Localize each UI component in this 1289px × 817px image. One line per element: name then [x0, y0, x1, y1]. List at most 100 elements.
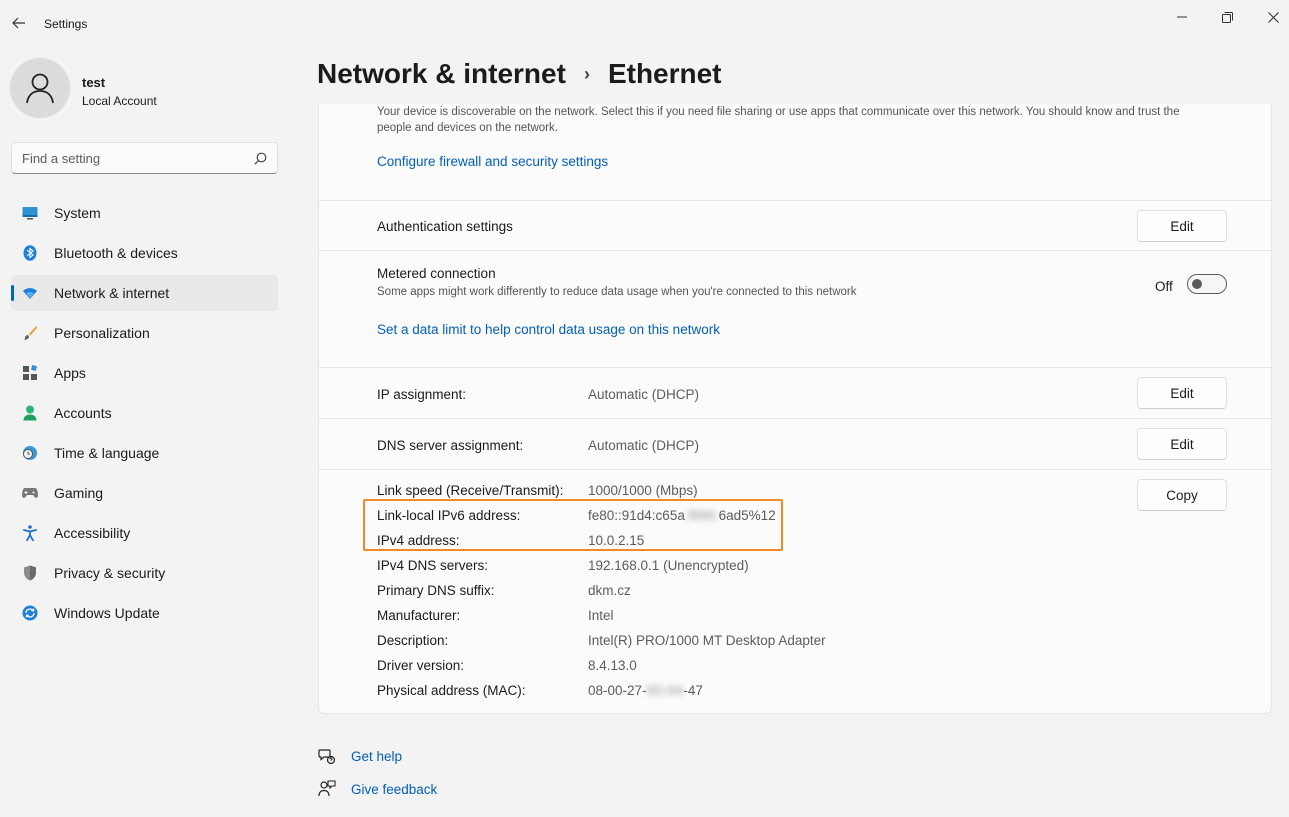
description-label: Description:	[377, 633, 449, 648]
driver-version-label: Driver version:	[377, 658, 465, 673]
close-icon	[1267, 11, 1279, 23]
sidebar-item-personalization[interactable]: Personalization	[11, 315, 278, 351]
gamepad-icon	[22, 485, 38, 501]
mac-address-value: 08-00-27-9D-84-47	[588, 683, 703, 698]
dns-suffix-label: Primary DNS suffix:	[377, 583, 495, 598]
close-button[interactable]	[1251, 4, 1289, 30]
sidebar-item-apps[interactable]: Apps	[11, 355, 278, 391]
page-title: Ethernet	[607, 58, 722, 89]
authentication-edit-button[interactable]: Edit	[1137, 210, 1227, 242]
apps-icon	[22, 365, 38, 381]
link-speed-value: 1000/1000 (Mbps)	[588, 483, 698, 498]
authentication-section: Authentication settings Edit	[319, 200, 1271, 250]
search-icon[interactable]	[254, 152, 267, 165]
ip-assignment-label: IP assignment:	[377, 387, 467, 402]
profile-account-type: Local Account	[82, 94, 157, 108]
minimize-icon	[1177, 16, 1187, 18]
adapter-properties-section: Copy Link speed (Receive/Transmit): 1000…	[319, 469, 1271, 713]
maximize-button[interactable]	[1205, 4, 1249, 30]
nav-menu: System Bluetooth & devices Network & int…	[11, 195, 278, 635]
get-help-label: Get help	[351, 748, 403, 764]
search-input[interactable]	[22, 150, 254, 166]
manufacturer-label: Manufacturer:	[377, 608, 461, 623]
dns-assignment-label: DNS server assignment:	[377, 438, 524, 453]
authentication-label: Authentication settings	[377, 219, 513, 234]
firewall-settings-link[interactable]: Configure firewall and security settings	[377, 154, 608, 169]
user-profile[interactable]: test Local Account	[10, 58, 280, 118]
sidebar: test Local Account System Bluetooth & de…	[0, 48, 292, 817]
minimize-button[interactable]	[1160, 4, 1204, 30]
app-title: Settings	[44, 17, 88, 31]
sidebar-item-label: Time & language	[54, 445, 160, 461]
dns-suffix-value: dkm.cz	[588, 583, 631, 598]
data-limit-link[interactable]: Set a data limit to help control data us…	[377, 322, 720, 337]
sidebar-item-bluetooth[interactable]: Bluetooth & devices	[11, 235, 278, 271]
network-profile-section: Your device is discoverable on the netwo…	[319, 104, 1271, 200]
get-help-link[interactable]: Get help	[318, 747, 402, 765]
bluetooth-icon	[22, 245, 38, 261]
back-button[interactable]	[8, 12, 30, 34]
manufacturer-value: Intel	[588, 608, 614, 623]
feedback-icon	[318, 780, 336, 798]
driver-version-value: 8.4.13.0	[588, 658, 637, 673]
sidebar-item-accounts[interactable]: Accounts	[11, 395, 278, 431]
sidebar-item-label: Gaming	[54, 485, 104, 501]
metered-connection-label: Metered connection	[377, 266, 496, 281]
ip-assignment-value: Automatic (DHCP)	[588, 387, 700, 402]
mac-address-label: Physical address (MAC):	[377, 683, 526, 698]
sidebar-item-label: Network & internet	[54, 285, 170, 301]
give-feedback-label: Give feedback	[351, 781, 438, 797]
sidebar-item-network[interactable]: Network & internet	[11, 275, 278, 311]
breadcrumb-parent[interactable]: Network & internet	[317, 58, 566, 90]
metered-connection-toggle[interactable]	[1187, 274, 1227, 294]
dns-assignment-value: Automatic (DHCP)	[588, 438, 700, 453]
sidebar-item-system[interactable]: System	[11, 195, 278, 231]
network-profile-description: Your device is discoverable on the netwo…	[377, 106, 1180, 134]
sidebar-item-label: Accessibility	[54, 525, 131, 541]
sidebar-item-label: Windows Update	[54, 605, 160, 621]
ipv4-value: 10.0.2.15	[588, 533, 645, 548]
ipv4-label: IPv4 address:	[377, 533, 460, 548]
ethernet-settings-card: Your device is discoverable on the netwo…	[318, 104, 1272, 714]
sidebar-item-accessibility[interactable]: Accessibility	[11, 515, 278, 551]
ipv6-label: Link-local IPv6 address:	[377, 508, 521, 523]
shield-icon	[22, 565, 38, 581]
monitor-icon	[22, 205, 38, 221]
ip-assignment-section: IP assignment: Automatic (DHCP) Edit	[319, 367, 1271, 418]
copy-properties-button[interactable]: Copy	[1137, 479, 1227, 511]
sidebar-item-windows-update[interactable]: Windows Update	[11, 595, 278, 631]
ipv6-value: fe80::91d4:c65a:f886:6ad5%12	[588, 508, 776, 523]
dns-assignment-section: DNS server assignment: Automatic (DHCP) …	[319, 418, 1271, 469]
ip-assignment-edit-button[interactable]: Edit	[1137, 377, 1227, 409]
sidebar-item-privacy-security[interactable]: Privacy & security	[11, 555, 278, 591]
restore-icon	[1221, 11, 1233, 23]
metered-connection-description: Some apps might work differently to redu…	[377, 286, 857, 298]
sidebar-item-label: Privacy & security	[54, 565, 166, 581]
profile-name: test	[82, 75, 106, 90]
description-value: Intel(R) PRO/1000 MT Desktop Adapter	[588, 633, 826, 648]
sidebar-item-gaming[interactable]: Gaming	[11, 475, 278, 511]
search-box[interactable]	[11, 142, 278, 174]
chevron-right-icon: ›	[583, 63, 590, 84]
update-icon	[22, 605, 38, 621]
metered-connection-section: Metered connection Some apps might work …	[319, 250, 1271, 367]
give-feedback-link[interactable]: Give feedback	[318, 780, 437, 798]
sidebar-item-time-language[interactable]: Time & language	[11, 435, 278, 471]
wifi-icon	[22, 285, 38, 301]
dns-assignment-edit-button[interactable]: Edit	[1137, 428, 1227, 460]
sidebar-item-label: Apps	[54, 365, 86, 381]
avatar	[10, 58, 70, 118]
ipv4-dns-servers-label: IPv4 DNS servers:	[377, 558, 489, 573]
sidebar-item-label: Personalization	[54, 325, 150, 341]
accessibility-icon	[22, 525, 38, 541]
breadcrumb: Network & internet › Ethernet	[317, 58, 722, 90]
help-icon	[318, 747, 336, 765]
sidebar-item-label: System	[54, 205, 101, 221]
person-icon	[22, 405, 38, 421]
metered-toggle-state: Off	[1155, 279, 1173, 294]
globe-clock-icon	[22, 445, 38, 461]
sidebar-item-label: Accounts	[54, 405, 112, 421]
person-avatar-icon	[26, 73, 54, 104]
sidebar-item-label: Bluetooth & devices	[54, 245, 178, 261]
brush-icon	[22, 325, 38, 341]
